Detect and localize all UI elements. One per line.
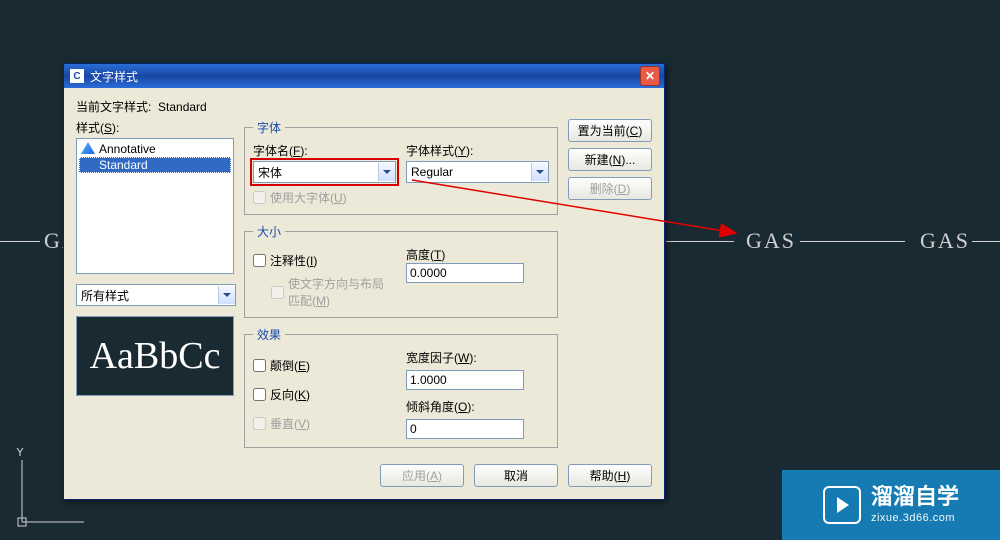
match-orient-row: 使文字方向与布局匹配(M) [271,275,396,309]
watermark: 溜溜自学 zixue.3d66.com [782,470,1000,540]
ucs-y-label: Y [16,448,24,459]
effects-legend: 效果 [253,326,285,343]
width-input[interactable] [406,370,524,390]
bigfont-checkbox [253,191,266,204]
bg-line [972,241,1000,242]
watermark-url: zixue.3d66.com [871,512,959,524]
oblique-label: 倾斜角度(O): [406,398,549,415]
current-style-text: 当前文字样式: [76,100,151,114]
font-style-value: Regular [407,165,531,179]
vertical-checkbox [253,417,266,430]
chevron-down-icon [378,163,395,181]
bg-gas-mid: GAS [746,228,796,254]
annotative-checkbox[interactable] [253,254,266,267]
filter-select[interactable]: 所有样式 [76,284,236,306]
chevron-down-icon [218,286,235,304]
font-legend: 字体 [253,119,285,136]
set-current-button[interactable]: 置为当前(C) [568,119,652,142]
match-orient-checkbox [271,286,284,299]
current-style-label: 当前文字样式: Standard [76,98,652,115]
bg-gas-right: GAS [920,228,970,254]
style-item-annotative[interactable]: Annotative [79,141,231,157]
height-label: 高度(T) [406,248,445,262]
font-name-label: 字体名(F): [253,142,396,159]
current-style-value: Standard [158,100,207,114]
font-name-value: 宋体 [254,164,378,181]
font-name-select[interactable]: 宋体 [253,161,396,183]
size-group: 大小 注释性(I) 使文字方向与布局匹配(M) [244,223,558,318]
height-input[interactable] [406,263,524,283]
style-list[interactable]: Annotative Standard [76,138,234,274]
play-icon [823,486,861,524]
oblique-input[interactable] [406,419,524,439]
style-item-standard[interactable]: Standard [79,157,231,173]
new-button[interactable]: 新建(N)... [568,148,652,171]
vertical-label: 垂直(V) [270,415,310,432]
close-button[interactable]: ✕ [640,66,660,86]
font-style-label: 字体样式(Y): [406,142,549,159]
chevron-down-icon [531,163,548,181]
filter-value: 所有样式 [77,287,218,304]
backwards-checkbox[interactable] [253,388,266,401]
backwards-label: 反向(K) [270,386,310,403]
help-button[interactable]: 帮助(H) [568,464,652,487]
annotative-row[interactable]: 注释性(I) [253,252,396,269]
titlebar[interactable]: C 文字样式 ✕ [64,64,664,88]
delete-button: 删除(D) [568,177,652,200]
app-icon: C [70,69,84,83]
watermark-title: 溜溜自学 [871,486,959,508]
bg-line [800,241,905,242]
text-style-dialog: C 文字样式 ✕ 当前文字样式: Standard 样式(S): Annotat… [63,63,665,500]
dialog-title: 文字样式 [90,68,640,85]
apply-button: 应用(A) [380,464,464,487]
cancel-button[interactable]: 取消 [474,464,558,487]
preview-box: AaBbCc [76,316,234,396]
bg-line [666,241,734,242]
font-group: 字体 字体名(F): 宋体 字体样式(Y): [244,119,558,215]
font-style-select[interactable]: Regular [406,161,549,183]
bigfont-label: 使用大字体(U) [270,189,347,206]
size-legend: 大小 [253,223,285,240]
styles-label: 样式(S): [76,119,234,136]
bigfont-row: 使用大字体(U) [253,189,549,206]
effects-group: 效果 颠倒(E) 反向(K) [244,326,558,448]
bg-line [0,241,40,242]
annotative-label: 注释性(I) [270,252,317,269]
upsidedown-label: 颠倒(E) [270,357,310,374]
match-orient-label: 使文字方向与布局匹配(M) [288,275,384,309]
upsidedown-checkbox[interactable] [253,359,266,372]
width-label: 宽度因子(W): [406,349,549,366]
